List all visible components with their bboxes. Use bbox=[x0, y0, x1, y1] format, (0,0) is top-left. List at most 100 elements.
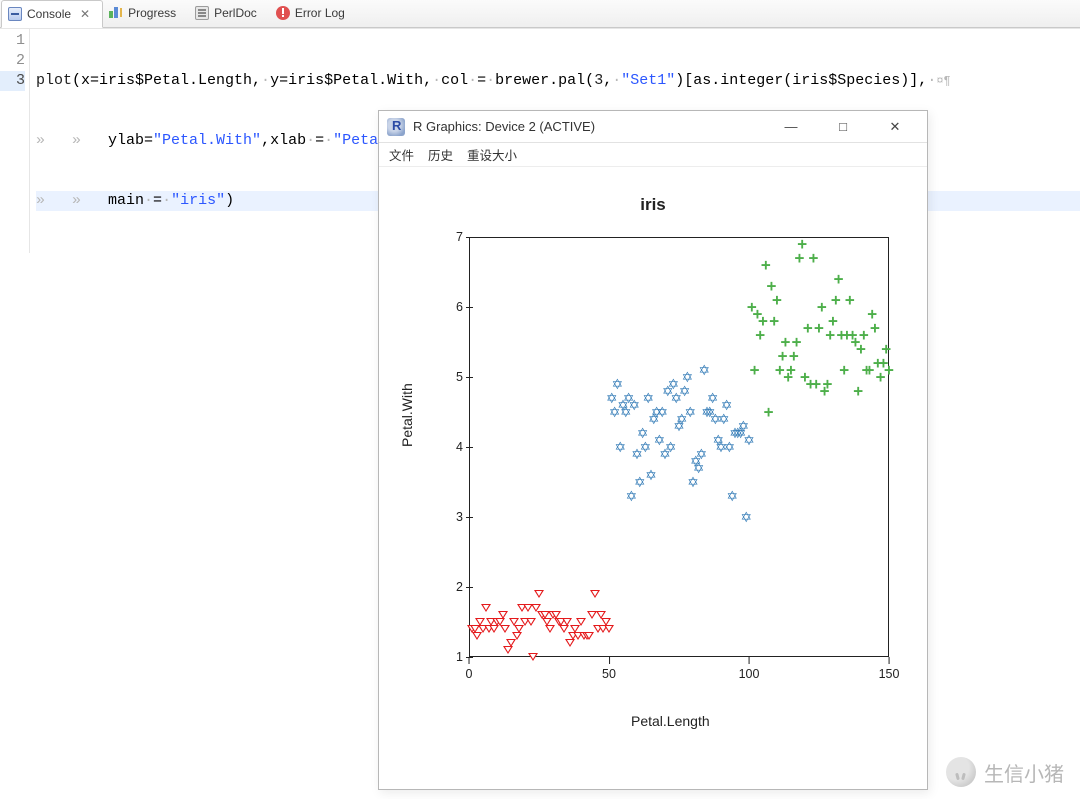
data-point-setosa bbox=[590, 590, 600, 598]
tab-label: Console bbox=[27, 7, 71, 21]
plot-ylabel: Petal.With bbox=[399, 383, 415, 447]
data-point-setosa bbox=[565, 639, 575, 647]
data-point-versicolor: ✡ bbox=[707, 393, 719, 403]
data-point-virginica: + bbox=[834, 274, 844, 284]
data-point-setosa bbox=[584, 632, 594, 640]
r-graphics-window[interactable]: R Graphics: Device 2 (ACTIVE) — □ ✕ 文件 历… bbox=[378, 110, 928, 790]
y-tick-label: 5 bbox=[449, 370, 463, 384]
view-tabbar: Console ✕ Progress PerlDoc Error Log bbox=[0, 0, 1080, 28]
data-point-setosa bbox=[503, 646, 513, 654]
data-point-setosa bbox=[512, 632, 522, 640]
data-point-setosa bbox=[604, 625, 614, 633]
data-point-virginica: + bbox=[786, 365, 796, 375]
data-point-versicolor: ✡ bbox=[665, 442, 677, 452]
data-point-virginica: + bbox=[809, 253, 819, 263]
window-minimize-button[interactable]: — bbox=[769, 112, 813, 142]
data-point-virginica: + bbox=[795, 253, 805, 263]
data-point-virginica: + bbox=[758, 316, 768, 326]
line-number: 2 bbox=[0, 51, 25, 71]
data-point-virginica: + bbox=[769, 316, 779, 326]
window-maximize-button[interactable]: □ bbox=[821, 112, 865, 142]
y-tick-label: 2 bbox=[449, 580, 463, 594]
data-point-virginica: + bbox=[839, 365, 849, 375]
data-point-versicolor: ✡ bbox=[668, 379, 680, 389]
menu-resize[interactable]: 重设大小 bbox=[467, 145, 517, 164]
data-point-versicolor: ✡ bbox=[740, 512, 752, 522]
tab-errorlog[interactable]: Error Log bbox=[270, 0, 358, 27]
data-point-versicolor: ✡ bbox=[698, 365, 710, 375]
data-point-versicolor: ✡ bbox=[634, 477, 646, 487]
data-point-versicolor: ✡ bbox=[721, 400, 733, 410]
data-point-versicolor: ✡ bbox=[654, 435, 666, 445]
data-point-setosa bbox=[500, 625, 510, 633]
tab-label: PerlDoc bbox=[214, 6, 257, 20]
progress-icon bbox=[109, 6, 123, 20]
data-point-versicolor: ✡ bbox=[724, 442, 736, 452]
data-point-virginica: + bbox=[789, 351, 799, 361]
y-tick-label: 4 bbox=[449, 440, 463, 454]
window-close-button[interactable]: ✕ bbox=[873, 112, 917, 142]
data-point-versicolor: ✡ bbox=[645, 470, 657, 480]
tab-console[interactable]: Console ✕ bbox=[1, 0, 103, 28]
data-point-virginica: + bbox=[817, 302, 827, 312]
data-point-versicolor: ✡ bbox=[626, 491, 638, 501]
data-point-versicolor: ✡ bbox=[612, 379, 624, 389]
tab-progress[interactable]: Progress bbox=[103, 0, 189, 27]
window-title: R Graphics: Device 2 (ACTIVE) bbox=[413, 119, 595, 134]
data-point-virginica: + bbox=[859, 330, 869, 340]
data-point-versicolor: ✡ bbox=[687, 477, 699, 487]
data-point-virginica: + bbox=[856, 344, 866, 354]
data-point-setosa bbox=[545, 625, 555, 633]
data-point-versicolor: ✡ bbox=[682, 372, 694, 382]
data-point-versicolor: ✡ bbox=[696, 449, 708, 459]
data-point-virginica: + bbox=[761, 260, 771, 270]
menu-file[interactable]: 文件 bbox=[389, 145, 414, 164]
plot-xlabel: Petal.Length bbox=[631, 713, 710, 729]
data-point-setosa bbox=[481, 604, 491, 612]
error-icon bbox=[276, 6, 290, 20]
data-point-versicolor: ✡ bbox=[738, 421, 750, 431]
y-tick-label: 1 bbox=[449, 650, 463, 664]
watermark-text: 生信小猪 bbox=[984, 758, 1064, 787]
line-number: 3 bbox=[0, 71, 25, 91]
data-point-virginica: + bbox=[803, 323, 813, 333]
tab-close-icon[interactable]: ✕ bbox=[80, 7, 90, 21]
data-point-virginica: + bbox=[750, 365, 760, 375]
data-point-versicolor: ✡ bbox=[642, 393, 654, 403]
line-number: 1 bbox=[0, 31, 25, 51]
y-tick-label: 7 bbox=[449, 230, 463, 244]
tab-perldoc[interactable]: PerlDoc bbox=[189, 0, 270, 27]
data-point-versicolor: ✡ bbox=[656, 407, 668, 417]
data-point-setosa bbox=[534, 590, 544, 598]
data-point-setosa bbox=[528, 653, 538, 661]
data-point-virginica: + bbox=[831, 295, 841, 305]
perldoc-icon bbox=[195, 6, 209, 20]
data-point-versicolor: ✡ bbox=[614, 442, 626, 452]
x-tick-label: 0 bbox=[466, 667, 473, 681]
data-point-setosa bbox=[472, 632, 482, 640]
data-point-versicolor: ✡ bbox=[718, 414, 730, 424]
data-point-virginica: + bbox=[823, 379, 833, 389]
menu-history[interactable]: 历史 bbox=[428, 145, 453, 164]
data-point-versicolor: ✡ bbox=[628, 400, 640, 410]
data-point-virginica: + bbox=[764, 407, 774, 417]
x-tick-label: 150 bbox=[879, 667, 900, 681]
data-point-versicolor: ✡ bbox=[679, 386, 691, 396]
data-point-versicolor: ✡ bbox=[684, 407, 696, 417]
window-menubar: 文件 历史 重设大小 bbox=[379, 143, 927, 167]
window-titlebar[interactable]: R Graphics: Device 2 (ACTIVE) — □ ✕ bbox=[379, 111, 927, 143]
x-tick-label: 50 bbox=[602, 667, 616, 681]
data-point-setosa bbox=[506, 639, 516, 647]
y-tick-label: 3 bbox=[449, 510, 463, 524]
wechat-icon bbox=[946, 757, 976, 787]
data-point-setosa bbox=[514, 625, 524, 633]
data-point-setosa bbox=[526, 618, 536, 626]
data-point-setosa bbox=[498, 611, 508, 619]
line-gutter: 1 2 3 bbox=[0, 29, 30, 253]
data-point-virginica: + bbox=[881, 344, 891, 354]
y-tick-label: 6 bbox=[449, 300, 463, 314]
data-point-versicolor: ✡ bbox=[606, 393, 618, 403]
tab-label: Progress bbox=[128, 6, 176, 20]
data-point-setosa bbox=[576, 618, 586, 626]
data-point-setosa bbox=[489, 625, 499, 633]
